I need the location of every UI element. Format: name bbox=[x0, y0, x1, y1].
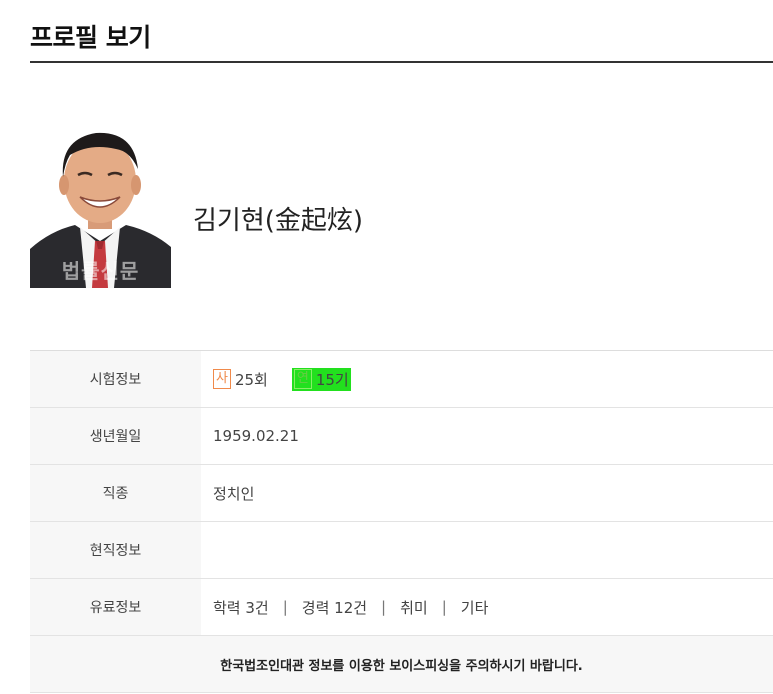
info-table: 시험정보 사 25회 연 15기 생년월일 1959.02.21 직종 정치인 … bbox=[30, 350, 773, 693]
birthdate-value: 1959.02.21 bbox=[213, 427, 299, 445]
profile-page: 프로필 보기 법률신문 김기현(金起炫) 시험정보 사 25회 연 15기 생년… bbox=[0, 0, 773, 694]
training-institute: 연 15기 bbox=[291, 367, 351, 391]
occupation-value: 정치인 bbox=[213, 484, 255, 503]
phishing-notice: 한국법조인대관 정보를 이용한 보이스피싱을 주의하시기 바랍니다. bbox=[30, 636, 773, 693]
exam-badge: 사 bbox=[213, 369, 231, 389]
info-row-exam: 시험정보 사 25회 연 15기 bbox=[30, 351, 773, 408]
info-value: 사 25회 연 15기 bbox=[201, 351, 773, 407]
info-label: 시험정보 bbox=[30, 351, 201, 407]
info-label: 직종 bbox=[30, 465, 201, 521]
paid-link-career[interactable]: 경력 12건 bbox=[302, 597, 367, 618]
info-row-birthdate: 생년월일 1959.02.21 bbox=[30, 408, 773, 465]
info-label: 유료정보 bbox=[30, 579, 201, 635]
training-badge: 연 bbox=[293, 369, 312, 389]
info-row-paid-info: 유료정보 학력 3건 | 경력 12건 | 취미 | 기타 bbox=[30, 579, 773, 636]
info-row-current-position: 현직정보 bbox=[30, 522, 773, 579]
paid-link-education[interactable]: 학력 3건 bbox=[213, 597, 269, 618]
info-label: 현직정보 bbox=[30, 522, 201, 578]
page-title: 프로필 보기 bbox=[30, 23, 151, 52]
exam-value: 25회 bbox=[234, 370, 268, 389]
title-divider bbox=[30, 61, 773, 63]
separator: | bbox=[441, 598, 447, 616]
photo-watermark: 법률신문 bbox=[61, 259, 140, 283]
person-name: 김기현(金起炫) bbox=[193, 206, 364, 236]
profile-photo: 법률신문 bbox=[30, 121, 171, 288]
paid-info-value: 학력 3건 | 경력 12건 | 취미 | 기타 bbox=[201, 579, 773, 635]
separator: | bbox=[381, 598, 387, 616]
info-row-occupation: 직종 정치인 bbox=[30, 465, 773, 522]
paid-link-etc[interactable]: 기타 bbox=[461, 597, 489, 618]
exam-bar: 사 25회 bbox=[213, 369, 268, 390]
paid-link-hobby[interactable]: 취미 bbox=[400, 597, 428, 618]
current-position-value bbox=[201, 522, 773, 578]
training-value: 15기 bbox=[315, 370, 349, 389]
separator: | bbox=[282, 598, 288, 616]
info-label: 생년월일 bbox=[30, 408, 201, 464]
